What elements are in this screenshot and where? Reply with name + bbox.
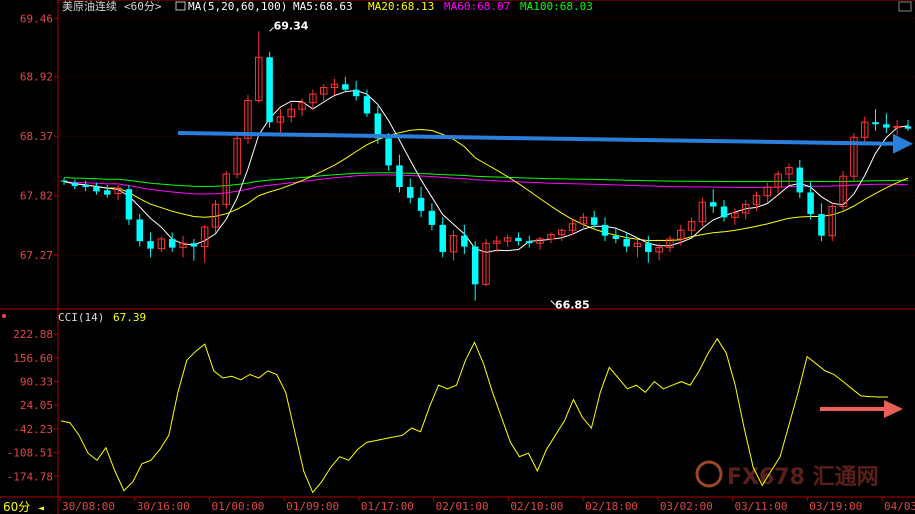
candle-down: [104, 190, 111, 195]
candle-down: [136, 219, 143, 242]
cci-tick-label: 24.05: [20, 399, 53, 412]
ma-label: MA(5,20,60,100): [188, 0, 287, 13]
ma100-value: MA100:68.03: [520, 0, 593, 13]
ma60-value: MA60:68.07: [444, 0, 510, 13]
x-tick-label: 03/02:00: [660, 500, 713, 513]
cci-tick-label: 156.60: [13, 352, 53, 365]
y-tick-label: 69.46: [20, 12, 53, 25]
cci-tick-label: -174.78: [7, 470, 53, 483]
candle-down: [471, 246, 479, 285]
candle-down: [342, 84, 349, 90]
y-tick-label: 67.27: [20, 249, 53, 262]
candle-down: [883, 124, 890, 128]
candle-down: [363, 96, 371, 114]
period-label: <60分>: [124, 0, 162, 13]
trend-arrow-head: [893, 133, 913, 154]
price-chart[interactable]: 美原油连续 <60分> MA(5,20,60,100) MA5:68.63 MA…: [0, 0, 915, 514]
watermark-logo: FX678 汇通网: [695, 460, 879, 490]
candle-down: [526, 241, 533, 244]
x-tick-label: 01/00:00: [211, 500, 264, 513]
cci-tick-label: 90.33: [20, 375, 53, 388]
candle-down: [266, 57, 273, 123]
candle-down: [147, 241, 154, 249]
symbol-name: 美原油连续: [62, 0, 117, 13]
candle-down: [407, 187, 414, 198]
y-tick-label: 67.82: [20, 190, 53, 203]
cci-arrow-head: [884, 400, 903, 418]
candle-down: [904, 126, 912, 129]
price-annotation: 66.85: [555, 299, 590, 312]
watermark-globe-icon: [695, 460, 723, 488]
cci-label: CCI(14): [58, 311, 104, 324]
candle-down: [515, 237, 522, 242]
x-tick-label: 04/03:00: [884, 500, 915, 513]
candle-down: [601, 224, 609, 236]
cci-tick-label: 222.88: [13, 328, 53, 341]
candle-down: [807, 192, 814, 215]
candle-down: [190, 243, 198, 247]
candle-down: [396, 165, 403, 188]
x-tick-label: 30/16:00: [137, 500, 190, 513]
price-annotation: 69.34: [274, 19, 309, 32]
candle-down: [428, 210, 436, 225]
cci-value: 67.39: [113, 311, 146, 324]
y-tick-label: 68.92: [20, 71, 53, 84]
candle-down: [645, 243, 652, 252]
watermark-text: FX678 汇通网: [727, 465, 879, 490]
candle-down: [872, 122, 879, 125]
cci-tick-label: -108.51: [7, 447, 53, 460]
candle-down: [60, 180, 68, 182]
x-tick-label: 01/17:00: [361, 500, 414, 513]
scroll-left-icon[interactable]: ◄: [38, 503, 44, 514]
candle-down: [71, 182, 79, 186]
x-tick-label: 03/11:00: [735, 500, 788, 513]
ma5-line: [63, 89, 909, 253]
period-badge-label: 60分: [3, 500, 30, 514]
candle-down: [352, 89, 360, 97]
x-tick-label: 03/19:00: [809, 500, 862, 513]
candle-down: [93, 187, 100, 192]
candle-down: [417, 197, 425, 211]
ma20-value: MA20:68.13: [368, 0, 434, 13]
candle-down: [168, 238, 176, 248]
x-tick-label: 02/01:00: [436, 500, 489, 513]
candle-down: [623, 238, 630, 247]
candle-down: [612, 235, 620, 239]
candle-down: [720, 206, 728, 218]
y-tick-label: 68.37: [20, 130, 53, 143]
x-tick-label: 02/18:00: [585, 500, 638, 513]
candle-down: [590, 217, 598, 225]
candle-down: [125, 189, 133, 220]
x-tick-label: 02/10:00: [510, 500, 563, 513]
x-tick-label: 30/08:00: [62, 500, 115, 513]
candle-down: [818, 214, 825, 236]
corner-box-icon[interactable]: [898, 1, 912, 12]
trend-arrow-line: [177, 130, 896, 146]
candle-down: [709, 202, 717, 207]
indicator-dot-icon: [2, 314, 6, 318]
candle-down: [82, 184, 89, 188]
cci-tick-label: -42.23: [13, 423, 53, 436]
candle-down: [439, 224, 446, 252]
candle-down: [461, 235, 468, 247]
ma5-value: MA5:68.63: [293, 0, 353, 13]
indicator-icon: [175, 1, 186, 11]
candle-down: [385, 138, 392, 166]
x-tick-label: 01/09:00: [286, 500, 339, 513]
candle-down: [796, 167, 804, 193]
